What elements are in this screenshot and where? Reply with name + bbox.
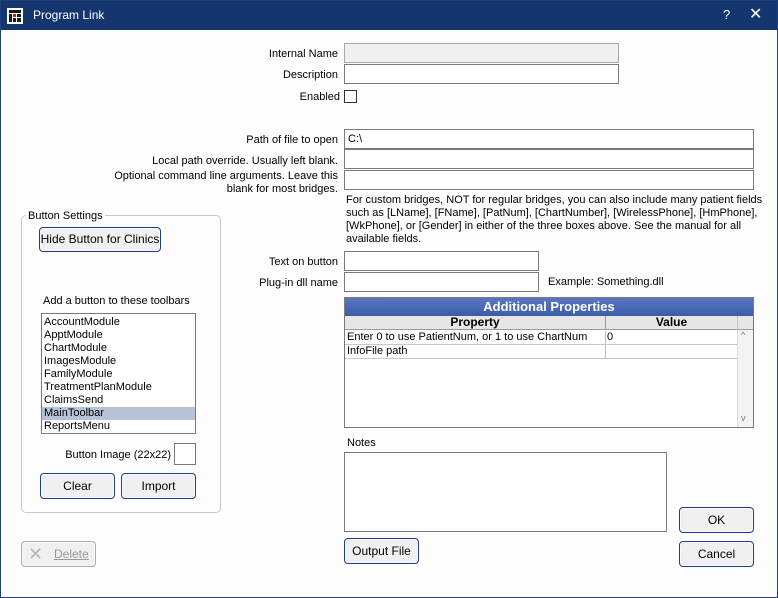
list-item-selected[interactable]: MainToolbar	[42, 407, 195, 420]
local-path-label: Local path override. Usually left blank.	[152, 155, 338, 167]
table-row-property[interactable]: InfoFile path	[345, 345, 605, 359]
list-item[interactable]: TreatmentPlanModule	[42, 381, 195, 394]
list-item[interactable]: ReportsMenu	[42, 420, 195, 433]
grid-title: Additional Properties	[345, 298, 753, 316]
title-bar: Program Link ? ✕	[1, 1, 777, 30]
delete-label: Delete	[54, 547, 89, 561]
description-label: Description	[282, 69, 338, 81]
import-button[interactable]: Import	[121, 473, 196, 499]
table-row-value[interactable]: 0	[605, 331, 737, 345]
button-image-box[interactable]	[174, 443, 196, 465]
internal-name-label: Internal Name	[268, 48, 338, 60]
help-line: available fields.	[346, 233, 422, 245]
path-label: Path of file to open	[246, 134, 338, 146]
list-item[interactable]: ImagesModule	[42, 355, 195, 368]
table-row-value[interactable]	[605, 345, 737, 359]
cmd-args-label-line2: blank for most bridges.	[226, 183, 338, 195]
ok-button[interactable]: OK	[679, 507, 754, 533]
help-icon[interactable]: ?	[723, 7, 730, 22]
program-link-window: Program Link ? ✕ Internal Name Descripti…	[0, 0, 778, 598]
column-divider	[605, 331, 606, 359]
notes-label: Notes	[347, 437, 376, 449]
app-grid-icon	[7, 8, 23, 24]
path-field[interactable]: C:\	[344, 129, 754, 149]
table-row-property[interactable]: Enter 0 to use PatientNum, or 1 to use C…	[345, 331, 605, 345]
list-item[interactable]: ClaimsSend	[42, 394, 195, 407]
notes-textarea[interactable]	[344, 452, 667, 532]
scroll-down-icon[interactable]: v	[741, 413, 746, 423]
description-field[interactable]	[344, 64, 619, 84]
list-item[interactable]: ChartModule	[42, 342, 195, 355]
plugin-example-text: Example: Something.dll	[548, 276, 664, 288]
list-item[interactable]: AccountModule	[42, 316, 195, 329]
internal-name-field[interactable]	[344, 43, 619, 63]
close-icon[interactable]: ✕	[749, 4, 762, 24]
clear-button[interactable]: Clear	[40, 473, 115, 499]
additional-properties-grid[interactable]: Additional Properties Property Value Ent…	[344, 297, 754, 428]
cancel-button[interactable]: Cancel	[679, 541, 754, 567]
window-title: Program Link	[33, 8, 105, 22]
toolbars-label: Add a button to these toolbars	[43, 295, 190, 307]
plugin-dll-field[interactable]	[344, 272, 539, 292]
enabled-checkbox[interactable]	[344, 90, 357, 103]
button-settings-title: Button Settings	[26, 210, 105, 222]
help-line: such as [LName], [FName], [PatNum], [Cha…	[346, 207, 758, 219]
local-path-field[interactable]	[344, 149, 754, 169]
header-corner	[737, 316, 753, 330]
column-header-value[interactable]: Value	[605, 316, 737, 330]
enabled-label: Enabled	[299, 91, 340, 103]
list-item[interactable]: FamilyModule	[42, 368, 195, 381]
button-image-label: Button Image (22x22)	[65, 449, 171, 461]
output-file-button[interactable]: Output File	[344, 538, 419, 564]
toolbars-listbox[interactable]: AccountModule ApptModule ChartModule Ima…	[41, 313, 196, 434]
delete-button[interactable]: ✕ Delete	[21, 541, 96, 567]
hide-button-for-clinics-button[interactable]: Hide Button for Clinics	[39, 227, 161, 252]
scroll-up-icon[interactable]: ^	[741, 330, 745, 340]
text-on-button-field[interactable]	[344, 251, 539, 271]
cmd-args-label-line1: Optional command line arguments. Leave t…	[114, 170, 338, 182]
column-header-property[interactable]: Property	[345, 316, 605, 330]
cmd-args-field[interactable]	[344, 170, 754, 190]
help-line: [WkPhone], or [Gender] in either of the …	[346, 220, 742, 232]
delete-x-icon: ✕	[28, 544, 44, 564]
help-line: For custom bridges, NOT for regular brid…	[346, 194, 763, 206]
plugin-dll-label: Plug-in dll name	[259, 277, 338, 289]
list-item[interactable]: ApptModule	[42, 329, 195, 342]
text-on-button-label: Text on button	[268, 256, 338, 268]
